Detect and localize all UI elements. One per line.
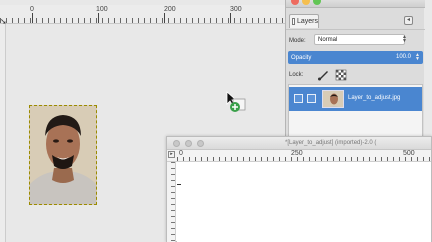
lock-pixels-icon[interactable] xyxy=(317,69,329,83)
image-window-title: *[Layer_to_adjust] (imported)-2.0 ( xyxy=(285,140,377,146)
horizontal-ruler[interactable]: 0 100 200 300 xyxy=(0,5,285,24)
close-window-icon[interactable] xyxy=(173,140,180,147)
mode-dropdown[interactable]: Normal xyxy=(314,34,405,45)
layer-photo[interactable] xyxy=(29,105,97,205)
mode-spinner-icon[interactable]: ▲ ▼ xyxy=(402,35,407,44)
image-window-titlebar[interactable]: *[Layer_to_adjust] (imported)-2.0 ( xyxy=(167,137,431,150)
lock-label: Lock: xyxy=(289,72,304,78)
lock-row: Lock: xyxy=(289,69,423,81)
zoom-window-icon[interactable] xyxy=(313,0,321,5)
zoom-window-icon[interactable] xyxy=(197,140,204,147)
ruler-label-100: 100 xyxy=(96,6,108,13)
image-canvas[interactable] xyxy=(177,163,431,242)
opacity-spinner-icon[interactable]: ▲ ▼ xyxy=(415,53,420,62)
ruler-minor-ticks xyxy=(171,162,175,242)
ruler-label-0: 0 xyxy=(30,6,34,13)
dock-tabbar: Layers ◂ xyxy=(286,12,425,30)
eye-icon[interactable] xyxy=(294,94,303,103)
ruler-label-200: 200 xyxy=(164,6,176,13)
image-menu-icon[interactable]: ▸ xyxy=(168,151,175,158)
ruler-major-ticks xyxy=(32,13,285,23)
dock-titlebar[interactable] xyxy=(286,0,425,8)
opacity-label: Opacity xyxy=(291,54,312,61)
mode-label: Mode: xyxy=(289,37,306,44)
drag-copy-cursor-icon xyxy=(224,91,248,113)
vertical-ruler[interactable] xyxy=(0,24,6,242)
opacity-slider[interactable]: Opacity 100.0 ▲ ▼ xyxy=(288,51,423,64)
minimize-window-icon[interactable] xyxy=(185,140,192,147)
tab-layers[interactable]: Layers xyxy=(289,14,319,28)
lock-alpha-icon[interactable] xyxy=(335,69,347,83)
vertical-ruler[interactable] xyxy=(167,162,176,242)
close-window-icon[interactable] xyxy=(291,0,299,5)
layer-name: Layer_to_adjust.jpg xyxy=(348,95,401,101)
ruler-label-0: 0 xyxy=(179,150,183,157)
layer-thumbnail xyxy=(322,90,344,108)
tab-menu-icon[interactable]: ◂ xyxy=(404,16,413,25)
mode-row: Mode: Normal ▲ ▼ xyxy=(289,34,423,47)
tab-layers-label: Layers xyxy=(296,18,318,25)
ruler-minor-ticks xyxy=(177,157,431,161)
layers-tab-icon xyxy=(292,18,295,25)
horizontal-ruler[interactable]: 0 250 500 xyxy=(167,150,431,162)
mode-value: Normal xyxy=(318,37,338,43)
minimize-window-icon[interactable] xyxy=(302,0,310,5)
ruler-label-300: 300 xyxy=(230,6,242,13)
image-window: *[Layer_to_adjust] (imported)-2.0 ( 0 25… xyxy=(166,136,432,242)
ruler-label-500: 500 xyxy=(403,150,415,157)
canvas-origin-marker xyxy=(177,184,181,185)
chain-icon[interactable] xyxy=(307,94,316,103)
layer-row[interactable]: Layer_to_adjust.jpg xyxy=(289,87,422,111)
ruler-label-250: 250 xyxy=(291,150,303,157)
portrait-image xyxy=(30,106,96,204)
opacity-value: 100.0 xyxy=(395,54,411,60)
